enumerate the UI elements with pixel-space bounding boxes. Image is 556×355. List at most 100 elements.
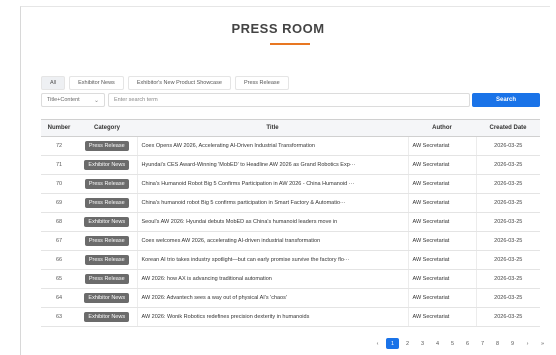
table-row[interactable]: 68 Exhibitor News Seoul's AW 2026: Hyundai… [41, 212, 540, 232]
tab-press-release[interactable]: Press Release [234, 76, 289, 90]
row-category: Exhibitor News [77, 288, 137, 308]
table-row[interactable]: 66 Press Release Korean AI trio takes indu… [41, 250, 540, 270]
row-author: AW Secretariat [408, 307, 477, 327]
row-number: 70 [41, 174, 77, 194]
page-button[interactable]: 7 [476, 338, 489, 349]
row-title-link[interactable]: Hyundai's CES Award-Winning 'MobED' to H… [136, 155, 409, 175]
page-button[interactable]: 1 [386, 338, 399, 349]
last-page-button[interactable]: » [536, 338, 549, 349]
page-button[interactable]: 6 [461, 338, 474, 349]
row-title-link[interactable]: AW 2026: how AX is advancing traditional… [136, 269, 409, 289]
row-title-link[interactable]: China's humanoid robot Big 5 confirms pa… [136, 193, 409, 213]
table-row[interactable]: 69 Press Release China's humanoid robot Bi… [41, 193, 540, 213]
row-author: AW Secretariat [408, 212, 477, 232]
header-author: Author [408, 119, 476, 137]
row-category: Press Release [77, 174, 137, 194]
category-badge: Press Release [84, 274, 129, 284]
table-row[interactable]: 72 Press Release Coex Opens AW 2026, Accel… [41, 136, 540, 156]
row-author: AW Secretariat [408, 136, 477, 156]
row-date: 2026-03-25 [476, 307, 540, 327]
table-body: 72 Press Release Coex Opens AW 2026, Accel… [41, 136, 540, 327]
category-tabs: All Exhibitor News Exhibitor's New Produ… [41, 76, 293, 90]
category-badge: Press Release [84, 255, 129, 265]
row-number: 69 [41, 193, 77, 213]
category-badge: Exhibitor News [84, 312, 130, 322]
row-category: Exhibitor News [77, 212, 137, 232]
row-category: Press Release [77, 269, 137, 289]
search-field-select[interactable]: Title+Content ⌄ [41, 93, 105, 107]
search-input[interactable]: Enter search term [108, 93, 470, 107]
search-bar: Title+Content ⌄ Enter search term Search [41, 93, 540, 107]
page-button[interactable]: 9 [506, 338, 519, 349]
header-created-date: Created Date [476, 119, 540, 137]
row-date: 2026-03-25 [476, 155, 540, 175]
row-title-link[interactable]: Coex welcomes AW 2026, accelerating AI-d… [136, 231, 409, 251]
page-button[interactable]: 8 [491, 338, 504, 349]
pagination: ‹ 1 2 3 4 5 6 7 8 9 ›» [371, 338, 551, 349]
category-badge: Press Release [84, 141, 129, 151]
press-table: Number Category Title Author Created Dat… [41, 119, 540, 327]
table-row[interactable]: 63 Exhibitor News AW 2026: Wonik Robotics … [41, 307, 540, 327]
chevron-down-icon: ⌄ [93, 97, 99, 104]
tab-exhibitor-news[interactable]: Exhibitor News [69, 76, 124, 90]
row-title-link[interactable]: AW 2026: Wonik Robotics redefines precis… [136, 307, 409, 327]
row-title-link[interactable]: Korean AI trio takes industry spotlight—… [136, 250, 409, 270]
table-row[interactable]: 64 Exhibitor News AW 2026: Advantech sees … [41, 288, 540, 308]
table-row[interactable]: 67 Press Release Coex welcomes AW 2026, ac… [41, 231, 540, 251]
row-date: 2026-03-25 [476, 212, 540, 232]
table-header-row: Number Category Title Author Created Dat… [41, 119, 540, 137]
category-badge: Press Release [84, 198, 129, 208]
row-date: 2026-03-25 [476, 269, 540, 289]
row-author: AW Secretariat [408, 250, 477, 270]
header-category: Category [77, 119, 137, 137]
row-title-link[interactable]: Coex Opens AW 2026, Accelerating AI-Driv… [136, 136, 409, 156]
header-number: Number [41, 119, 77, 137]
category-badge: Press Release [84, 236, 129, 246]
row-author: AW Secretariat [408, 231, 477, 251]
prev-page-button[interactable]: ‹ [371, 338, 384, 349]
search-button[interactable]: Search [472, 93, 540, 107]
row-number: 66 [41, 250, 77, 270]
table-row[interactable]: 71 Exhibitor News Hyundai's CES Award-Winn… [41, 155, 540, 175]
row-title-link[interactable]: AW 2026: Advantech sees a way out of phy… [136, 288, 409, 308]
row-number: 65 [41, 269, 77, 289]
row-date: 2026-03-25 [476, 174, 540, 194]
page-button[interactable]: 2 [401, 338, 414, 349]
row-date: 2026-03-25 [476, 288, 540, 308]
category-badge: Exhibitor News [84, 293, 130, 303]
tab-new-product-showcase[interactable]: Exhibitor's New Product Showcase [127, 76, 231, 90]
row-author: AW Secretariat [408, 174, 477, 194]
row-date: 2026-03-25 [476, 136, 540, 156]
row-author: AW Secretariat [408, 155, 477, 175]
row-category: Exhibitor News [77, 307, 137, 327]
row-number: 67 [41, 231, 77, 251]
row-category: Press Release [77, 136, 137, 156]
row-category: Press Release [77, 231, 137, 251]
header-title: Title [137, 119, 408, 137]
tab-all[interactable]: All [41, 76, 66, 90]
page-button[interactable]: 5 [446, 338, 459, 349]
row-date: 2026-03-25 [476, 250, 540, 270]
row-author: AW Secretariat [408, 193, 477, 213]
table-row[interactable]: 70 Press Release China's Humanoid Robot Bi… [41, 174, 540, 194]
row-category: Press Release [77, 250, 137, 270]
row-number: 71 [41, 155, 77, 175]
page-button[interactable]: 3 [416, 338, 429, 349]
row-title-link[interactable]: Seoul's AW 2026: Hyundai debuts MobED as… [136, 212, 409, 232]
row-date: 2026-03-25 [476, 231, 540, 251]
category-badge: Exhibitor News [84, 160, 130, 170]
row-category: Press Release [77, 193, 137, 213]
row-title-link[interactable]: China's Humanoid Robot Big 5 Confirms Pa… [136, 174, 409, 194]
row-category: Exhibitor News [77, 155, 137, 175]
row-author: AW Secretariat [408, 269, 477, 289]
title-underline [270, 43, 310, 45]
page-button[interactable]: 4 [431, 338, 444, 349]
row-number: 63 [41, 307, 77, 327]
table-row[interactable]: 65 Press Release AW 2026: how AX is advanc… [41, 269, 540, 289]
next-page-button[interactable]: › [521, 338, 534, 349]
select-value: Title+Content [47, 97, 80, 103]
page-title: PRESS ROOM [231, 21, 325, 36]
row-number: 72 [41, 136, 77, 156]
row-date: 2026-03-25 [476, 193, 540, 213]
row-number: 68 [41, 212, 77, 232]
